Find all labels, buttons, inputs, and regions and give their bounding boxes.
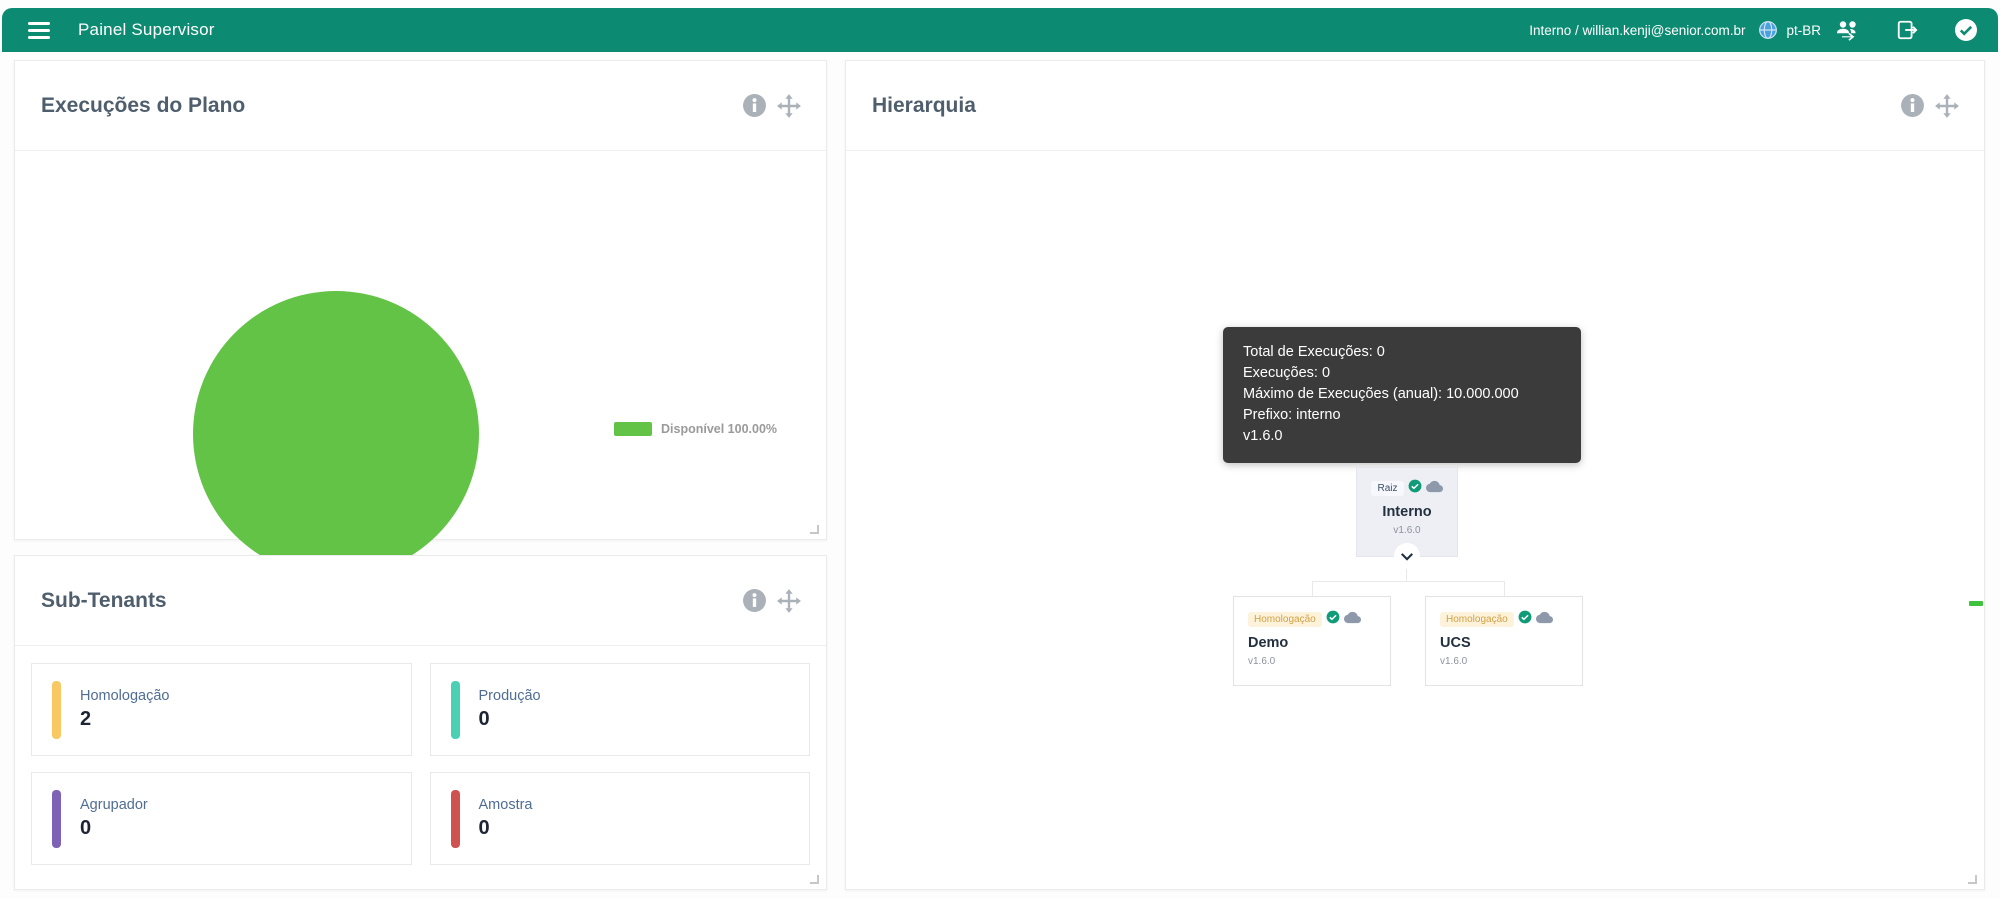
card-color-bar [450,789,460,848]
panel-tools [1900,93,1960,119]
card-label: Agrupador [80,797,148,813]
card-label: Homologação [80,688,170,704]
cloud-icon [1425,480,1443,498]
user-label: Interno / willian.kenji@senior.com.br [1529,22,1746,38]
logout-icon[interactable] [1896,19,1918,41]
menu-bar [28,28,50,32]
menu-icon[interactable] [26,18,52,43]
node-version: v1.6.0 [1440,656,1468,667]
subtenant-card-producao: Produção 0 [429,663,810,756]
tooltip-line: Prefixo: interno [1243,407,1341,423]
tree-connector [1312,581,1505,582]
resize-handle-icon[interactable] [810,525,819,534]
card-color-bar [52,789,61,848]
card-color-bar [52,680,61,739]
app-title: Painel Supervisor [78,20,215,39]
info-icon[interactable] [742,93,767,118]
tree-connector [1312,581,1313,596]
card-color-bar [450,680,460,739]
subtenant-cards: Homologação 2 Produção 0 Agrupador 0 Amo… [15,646,826,882]
pie-chart[interactable] [193,291,479,577]
tree-node-demo[interactable]: Homologação Demo v1.6.0 [1233,596,1391,686]
check-circle-icon [1518,610,1532,629]
subtenant-card-homologacao: Homologação 2 [31,663,412,756]
tree-node-ucs[interactable]: Homologação UCS v1.6.0 [1425,596,1583,686]
cloud-icon [1343,611,1361,629]
node-tooltip: Total de Execuções: 0 Execuções: 0 Máxim… [1223,327,1581,463]
node-badge: Homologação [1440,612,1514,627]
pie-legend-item[interactable]: Disponível 100.00% [614,422,777,436]
info-icon[interactable] [742,588,767,613]
subtenant-card-agrupador: Agrupador 0 [31,772,412,865]
top-bar-right: Interno / willian.kenji@senior.com.br pt… [1529,18,1978,42]
node-badge: Raiz [1371,481,1404,496]
panel-executions: Execuções do Plano Disponível 100.00% [14,60,827,577]
resize-handle-icon[interactable] [810,875,819,884]
menu-bar [28,21,50,25]
info-icon[interactable] [1900,93,1925,118]
page: Painel Supervisor Interno / willian.kenj… [0,0,2000,899]
panel-executions-title: Execuções do Plano [41,93,246,117]
node-version: v1.6.0 [1248,656,1276,667]
panel-tools [742,588,802,614]
status-check-icon[interactable] [1954,18,1978,42]
subtenant-card-amostra: Amostra 0 [429,772,810,865]
node-badge: Homologação [1248,612,1322,627]
panel-subtenants: Sub-Tenants Homologação 2 Produção 0 Agr… [14,555,827,890]
legend-swatch [614,422,652,436]
menu-bar [28,35,50,39]
tree-connector [1504,581,1505,596]
node-badge-row: Raiz [1371,479,1443,498]
globe-icon[interactable] [1758,20,1778,40]
card-label: Produção [478,688,541,704]
card-value: 0 [80,817,92,839]
locale-label[interactable]: pt-BR [1786,23,1821,38]
tooltip-line: Máximo de Execuções (anual): 10.000.000 [1243,386,1519,402]
card-value: 0 [478,817,490,839]
panel-hierarchy-header: Hierarquia [846,61,1984,151]
move-icon[interactable] [1934,93,1960,119]
tooltip-line: Execuções: 0 [1243,365,1331,381]
check-circle-icon [1326,610,1340,629]
expand-chevron-down-icon[interactable] [1394,543,1420,569]
node-name: UCS [1440,635,1471,651]
move-icon[interactable] [776,588,802,614]
top-bar-left: Painel Supervisor [26,18,215,43]
node-name: Demo [1248,635,1289,651]
panel-executions-header: Execuções do Plano [15,61,826,151]
move-icon[interactable] [776,93,802,119]
legend-label: Disponível 100.00% [661,422,778,436]
node-name: Interno [1382,504,1432,520]
node-badge-row: Homologação [1440,610,1582,629]
node-badge-row: Homologação [1248,610,1390,629]
card-value: 2 [80,708,92,730]
node-version: v1.6.0 [1393,525,1421,536]
tenant-switch-icon[interactable] [1834,18,1860,42]
tooltip-line: Total de Execuções: 0 [1243,344,1385,360]
resize-handle-icon[interactable] [1968,875,1977,884]
check-circle-icon [1408,479,1422,498]
card-label: Amostra [478,797,533,813]
top-bar: Painel Supervisor Interno / willian.kenj… [2,8,1998,52]
tree-node-interno[interactable]: Raiz Interno v1.6.0 [1356,467,1458,569]
panel-tools [742,93,802,119]
panel-subtenants-header: Sub-Tenants [15,556,826,646]
panel-hierarchy: Hierarquia Total de Execuções: 0 Execuçõ… [845,60,1985,890]
card-value: 0 [478,708,490,730]
tooltip-line: v1.6.0 [1243,428,1283,444]
panel-hierarchy-title: Hierarquia [872,93,976,117]
panel-subtenants-title: Sub-Tenants [41,588,167,612]
tree-zoom-indicator [1969,601,1983,606]
cloud-icon [1535,611,1553,629]
